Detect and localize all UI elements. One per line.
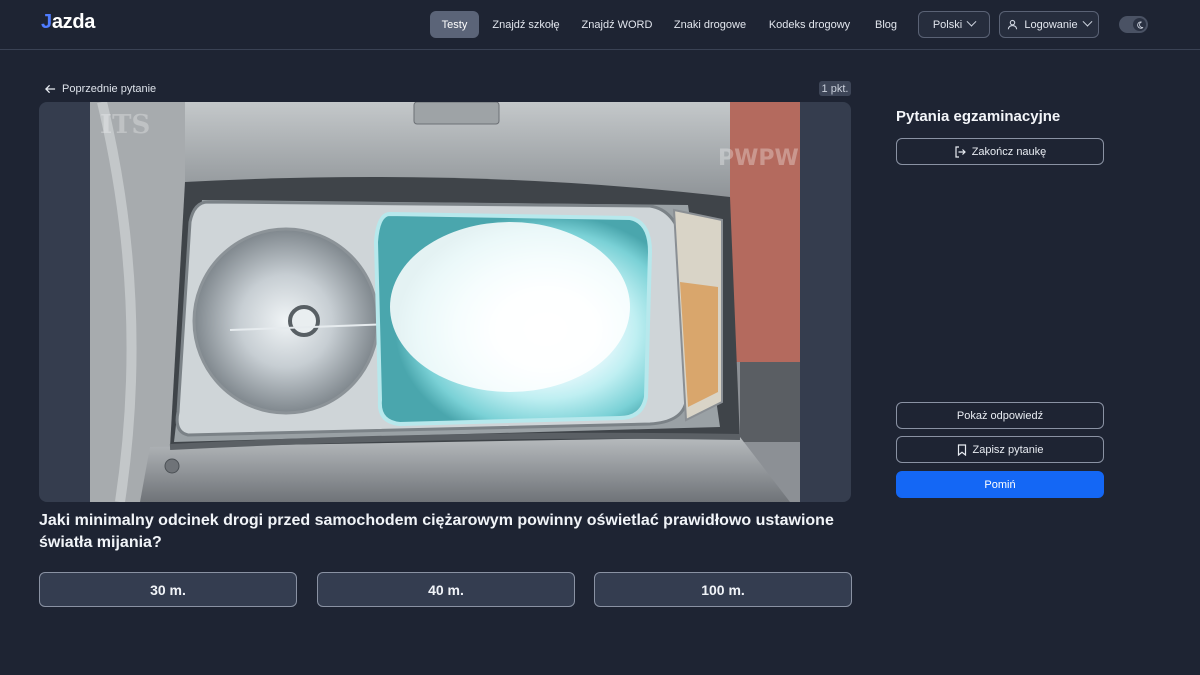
save-question-button[interactable]: Zapisz pytanie	[896, 436, 1104, 463]
nav-find-word[interactable]: Znajdź WORD	[576, 11, 658, 38]
show-answer-button[interactable]: Pokaż odpowiedź	[896, 402, 1104, 429]
end-learning-label: Zakończ naukę	[971, 145, 1047, 158]
nav-find-school[interactable]: Znajdź szkołę	[486, 11, 566, 38]
previous-question-link[interactable]: Poprzednie pytanie	[45, 81, 156, 97]
top-navbar: Jazda Testy Znajdź szkołę Znajdź WORD Zn…	[0, 0, 1200, 50]
show-answer-label: Pokaż odpowiedź	[956, 409, 1044, 422]
previous-question-label: Poprzednie pytanie	[62, 83, 157, 95]
user-icon	[1008, 19, 1018, 30]
login-button[interactable]: Logowanie	[999, 11, 1099, 38]
nav-blog[interactable]: Blog	[866, 11, 906, 38]
moon-icon	[1133, 18, 1146, 31]
save-question-label: Zapisz pytanie	[972, 443, 1044, 456]
sidebar-title: Pytania egzaminacyjne	[896, 108, 1061, 125]
nav-road-signs[interactable]: Znaki drogowe	[668, 11, 752, 38]
chevron-down-icon	[966, 16, 977, 27]
language-label: Polski	[932, 18, 963, 31]
answer-option-1[interactable]: 30 m.	[39, 572, 297, 607]
skip-label: Pomiń	[984, 478, 1016, 491]
answer-option-2[interactable]: 40 m.	[317, 572, 575, 607]
arrow-left-icon	[45, 84, 56, 94]
bookmark-icon	[957, 443, 966, 456]
exit-icon	[955, 145, 966, 158]
theme-toggle[interactable]	[1119, 16, 1148, 33]
headlight-illustration	[90, 102, 800, 502]
end-learning-button[interactable]: Zakończ naukę	[896, 138, 1104, 165]
login-label: Logowanie	[1024, 18, 1078, 31]
logo[interactable]: Jazda	[41, 11, 95, 34]
truck-headlight-photo: ITS PWPW	[90, 102, 800, 502]
chevron-down-icon	[1082, 16, 1093, 27]
nav-road-code[interactable]: Kodeks drogowy	[762, 11, 857, 38]
watermark-left: ITS	[100, 110, 151, 140]
logo-text: azda	[51, 11, 96, 33]
question-media: ITS PWPW	[39, 102, 851, 502]
nav-tests[interactable]: Testy	[430, 11, 479, 38]
answer-option-3[interactable]: 100 m.	[594, 572, 852, 607]
watermark-right: PWPW	[718, 146, 799, 171]
language-select[interactable]: Polski	[918, 11, 990, 38]
logo-letter: J	[41, 11, 52, 33]
points-badge: 1 pkt.	[819, 81, 851, 96]
skip-button[interactable]: Pomiń	[896, 471, 1104, 498]
question-text: Jaki minimalny odcinek drogi przed samoc…	[39, 512, 834, 551]
